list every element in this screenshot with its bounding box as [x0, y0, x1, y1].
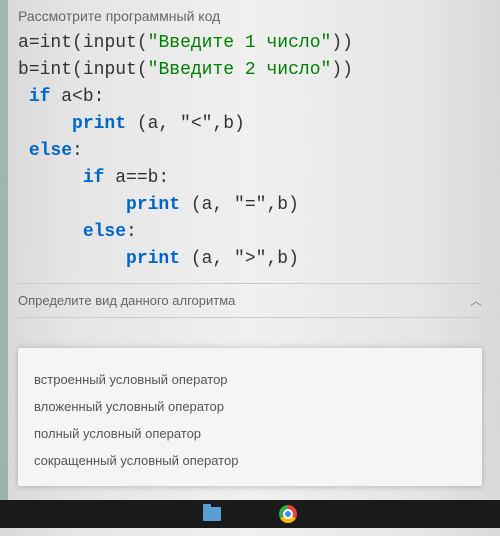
option-item[interactable]: встроенный условный оператор: [34, 366, 466, 393]
code-text: else: [29, 141, 72, 161]
code-text: a: [18, 33, 29, 53]
code-text: :: [72, 141, 83, 161]
options-panel: встроенный условный оператор вложенный у…: [18, 348, 482, 486]
code-text: (a, "<",b): [126, 114, 245, 134]
main-content: Рассмотрите программный код a=int(input(…: [0, 0, 500, 486]
code-text: if: [29, 87, 51, 107]
code-text: (: [137, 60, 148, 80]
folder-icon[interactable]: [202, 504, 222, 524]
code-text: =: [29, 33, 40, 53]
code-text: a<b:: [50, 87, 104, 107]
code-text: input: [83, 60, 137, 80]
question-subtitle: Определите вид данного алгоритма: [18, 293, 235, 308]
code-text: int: [40, 60, 72, 80]
code-text: print: [72, 114, 126, 134]
code-text: )): [331, 60, 353, 80]
code-text: (: [72, 33, 83, 53]
code-text: :: [126, 222, 137, 242]
code-text: (: [137, 33, 148, 53]
code-text: input: [83, 33, 137, 53]
code-text: a==b:: [104, 168, 169, 188]
chrome-icon[interactable]: [278, 504, 298, 524]
code-text: (a, "=",b): [180, 195, 299, 215]
code-text: print: [126, 195, 180, 215]
code-text: )): [331, 33, 353, 53]
option-item[interactable]: полный условный оператор: [34, 420, 466, 447]
option-item[interactable]: сокращенный условный оператор: [34, 447, 466, 474]
code-text: if: [83, 168, 105, 188]
code-text: =: [29, 60, 40, 80]
code-text: b: [18, 60, 29, 80]
app-icon[interactable]: [240, 504, 260, 524]
question-title: Рассмотрите программный код: [18, 8, 482, 24]
code-block: a=int(input("Введите 1 число")) b=int(in…: [18, 30, 482, 273]
code-text: (: [72, 60, 83, 80]
taskbar: [0, 500, 500, 528]
question-subtitle-row[interactable]: Определите вид данного алгоритма ︿: [18, 283, 482, 318]
code-text: "Введите 1 число": [148, 33, 332, 53]
code-text: int: [40, 33, 72, 53]
code-text: else: [83, 222, 126, 242]
code-text: "Введите 2 число": [148, 60, 332, 80]
code-text: (a, ">",b): [180, 249, 299, 269]
option-item[interactable]: вложенный условный оператор: [34, 393, 466, 420]
chevron-up-icon: ︿: [470, 292, 482, 309]
code-text: print: [126, 249, 180, 269]
